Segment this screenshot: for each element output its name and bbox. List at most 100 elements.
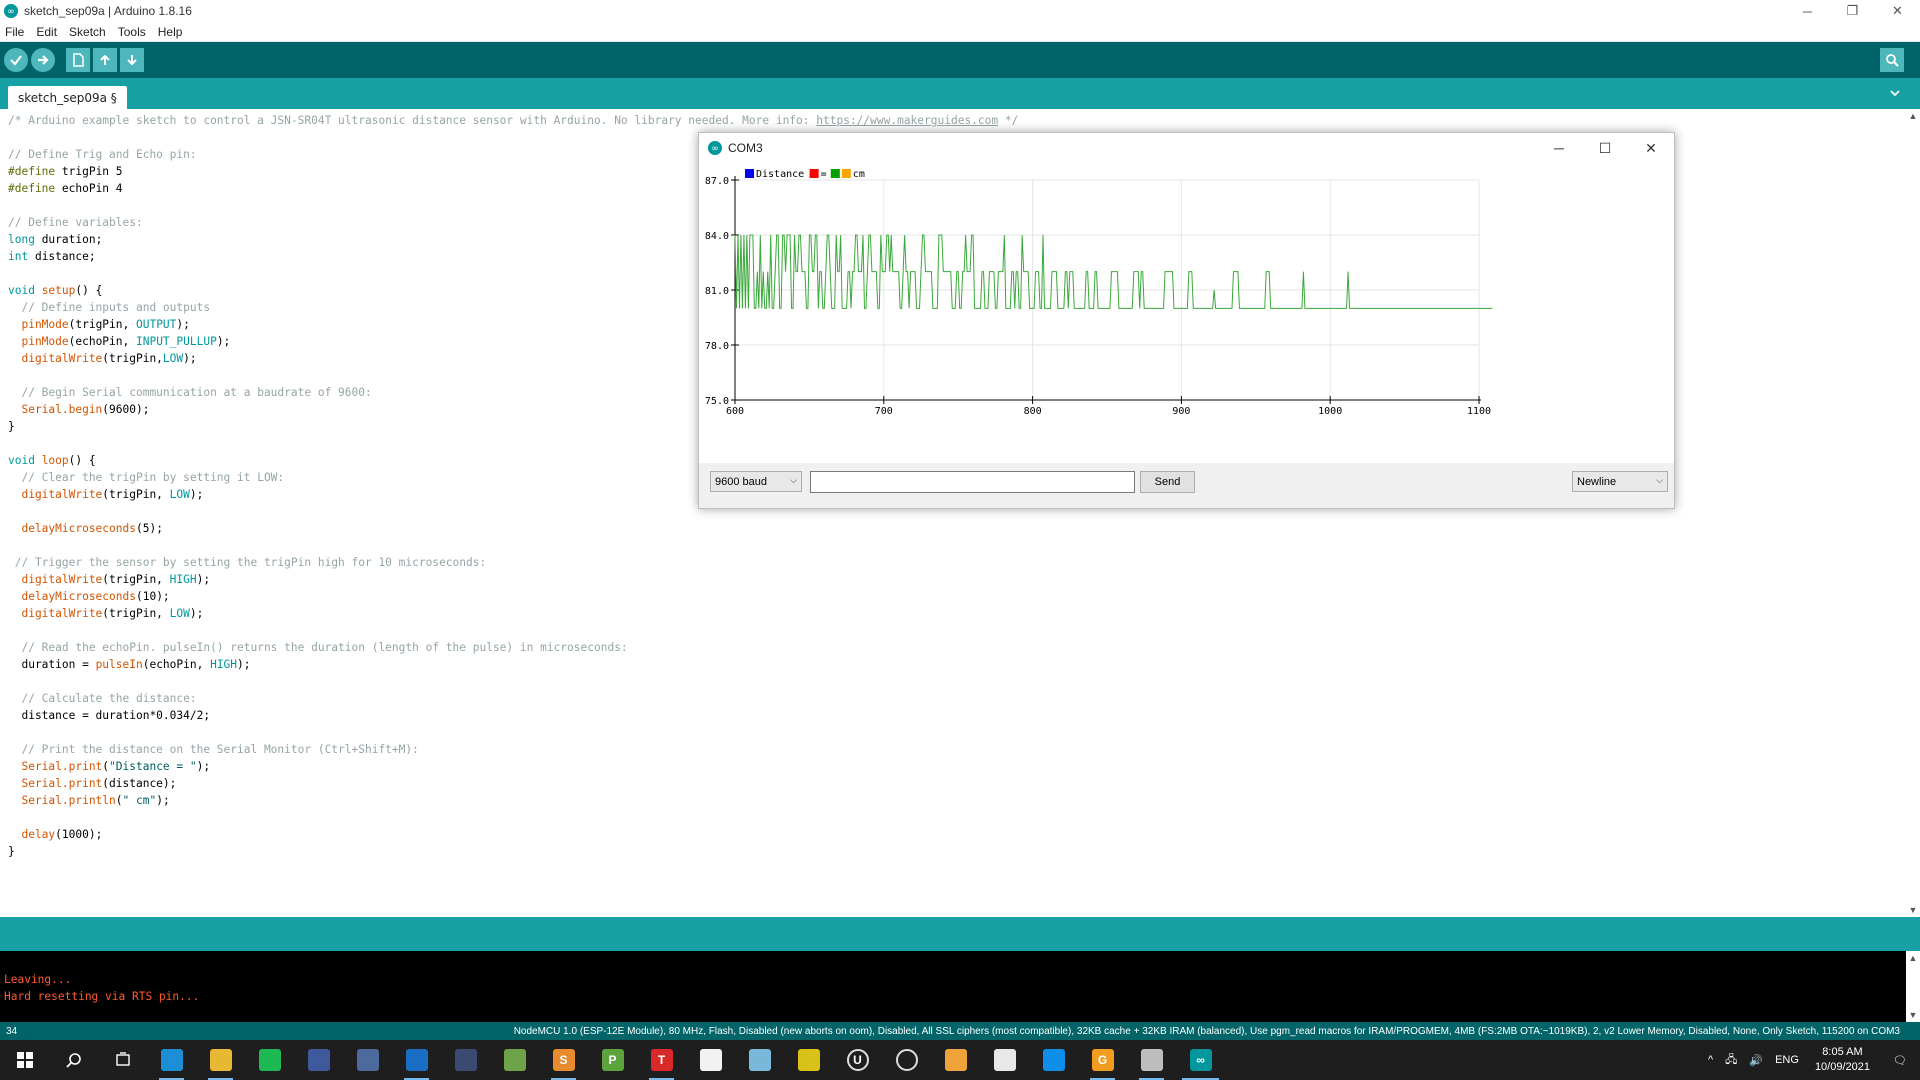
app-box-icon [1140,1049,1163,1071]
scroll-up-icon[interactable]: ▲ [1908,111,1918,121]
taskbar-app-blue-button[interactable] [294,1040,343,1080]
taskbar-file-explorer-button[interactable] [196,1040,245,1080]
taskbar-teamviewer-button[interactable] [1029,1040,1078,1080]
task-view-icon [111,1049,134,1071]
sublime-icon: S [552,1049,575,1071]
console-line: Hard resetting via RTS pin... [4,990,200,1003]
menu-tools[interactable]: Tools [112,25,152,39]
tab-sketch[interactable]: sketch_sep09a § [8,86,127,109]
taskbar-arduino-button[interactable]: ∞ [1176,1040,1225,1080]
code-line: distance = duration*0.034/2; [8,709,211,722]
legend-swatch [745,169,754,178]
status-bar: 34 NodeMCU 1.0 (ESP-12E Module), 80 MHz,… [0,1022,1920,1040]
code-line: digitalWrite(trigPin, LOW); [8,607,204,620]
code-line: // Calculate the distance: [8,692,197,705]
editor-scrollbar[interactable]: ▲ ▼ [1906,109,1920,917]
taskbar-windows-start-button[interactable] [0,1040,49,1080]
taskbar-app-orange-button[interactable] [931,1040,980,1080]
new-button[interactable] [66,48,90,72]
menu-help[interactable]: Help [152,25,189,39]
minimize-button[interactable]: ─ [1785,0,1830,22]
code-line: delay(1000); [8,828,103,841]
menu-edit[interactable]: Edit [30,25,63,39]
taskbar-task-view-button[interactable] [98,1040,147,1080]
taskbar-calculator-button[interactable] [343,1040,392,1080]
taskbar-app-green-button[interactable] [490,1040,539,1080]
taskbar-upwork-button[interactable]: U [833,1040,882,1080]
search-icon [62,1049,85,1071]
speedometer-icon [895,1049,918,1071]
arduino-logo-icon: ∞ [708,141,722,155]
scroll-up-icon[interactable]: ▲ [1908,953,1918,963]
y-tick-label: 78.0 [705,341,729,352]
upload-button[interactable] [31,48,55,72]
save-button[interactable] [120,48,144,72]
send-input[interactable] [810,471,1135,493]
plotter-minimize-button[interactable]: ─ [1536,133,1582,163]
console-line: Leaving... [4,973,72,986]
clock[interactable]: 8:05 AM 10/09/2021 [1805,1045,1880,1075]
volume-icon[interactable]: 🔊 [1743,1054,1769,1067]
serial-monitor-button[interactable] [1880,48,1904,72]
taskbar-search-button[interactable] [49,1040,98,1080]
menu-sketch[interactable]: Sketch [63,25,112,39]
taskbar-typora-button[interactable]: T [637,1040,686,1080]
x-tick-label: 900 [1172,406,1190,417]
taskbar-app-box-button[interactable] [1127,1040,1176,1080]
verify-button[interactable] [4,48,28,72]
taskbar-document-button[interactable] [686,1040,735,1080]
taskbar-map-button[interactable] [784,1040,833,1080]
plotter-close-button[interactable]: ✕ [1628,133,1674,163]
code-line: Serial.println(" cm"); [8,794,170,807]
chevron-down-icon: ⌵ [1656,475,1663,485]
taskbar-speedometer-button[interactable] [882,1040,931,1080]
message-area [0,917,1920,951]
board-info: NodeMCU 1.0 (ESP-12E Module), 80 MHz, Fl… [513,1025,1900,1037]
taskbar-app-g-button[interactable]: G [1078,1040,1127,1080]
taskbar-keepass-button[interactable] [441,1040,490,1080]
chevron-down-icon [1890,90,1900,97]
notification-icon[interactable]: 🗨 [1880,1054,1920,1067]
clock-time: 8:05 AM [1822,1046,1863,1058]
notes-icon [748,1049,771,1071]
windows-start-icon [13,1049,36,1071]
network-icon[interactable]: 🖧 [1719,1051,1743,1070]
tab-menu-button[interactable] [1886,84,1904,102]
menu-file[interactable]: File [0,25,30,39]
baud-select[interactable]: 9600 baud ⌵ [710,471,802,492]
scroll-down-icon[interactable]: ▼ [1908,905,1918,915]
taskbar-notes-button[interactable] [735,1040,784,1080]
new-icon [73,53,84,67]
x-tick-label: 600 [726,406,744,417]
console-scrollbar[interactable]: ▲ ▼ [1906,951,1920,1022]
code-line: /* Arduino example sketch to control a J… [8,114,1019,127]
tray-chevron-icon[interactable]: ^ [1702,1054,1719,1066]
maximize-button[interactable]: ❐ [1830,0,1875,22]
taskbar-sublime-button[interactable]: S [539,1040,588,1080]
code-line: } [8,845,15,858]
taskbar-spotify-button[interactable] [245,1040,294,1080]
taskbar-edge-button[interactable] [147,1040,196,1080]
taskbar-database-button[interactable] [980,1040,1029,1080]
code-line: delayMicroseconds(10); [8,590,170,603]
plot-area: 87.0 84.0 81.0 78.0 75.0 600 700 800 900 1000 1100… [699,163,1674,463]
teamviewer-icon [1042,1049,1065,1071]
open-button[interactable] [93,48,117,72]
taskbar-outlook-button[interactable] [392,1040,441,1080]
line-ending-select[interactable]: Newline ⌵ [1572,471,1668,492]
serial-plotter-window: ∞ COM3 ─ ☐ ✕ 87.0 84.0 81.0 78.0 75.0 600 700 8… [698,132,1675,509]
system-tray: ^ 🖧 🔊 ENG 8:05 AM 10/09/2021 🗨 [1702,1040,1920,1080]
plotter-maximize-button[interactable]: ☐ [1582,133,1628,163]
send-button[interactable]: Send [1140,471,1195,493]
taskbar-project-button[interactable]: P [588,1040,637,1080]
scroll-down-icon[interactable]: ▼ [1908,1010,1918,1020]
code-line: // Trigger the sensor by setting the tri… [8,556,487,569]
close-button[interactable]: ✕ [1875,0,1920,22]
language-indicator[interactable]: ENG [1769,1054,1805,1066]
svg-text:∞: ∞ [7,7,15,17]
code-line: Serial.print("Distance = "); [8,760,211,773]
legend-swatch [830,169,840,178]
